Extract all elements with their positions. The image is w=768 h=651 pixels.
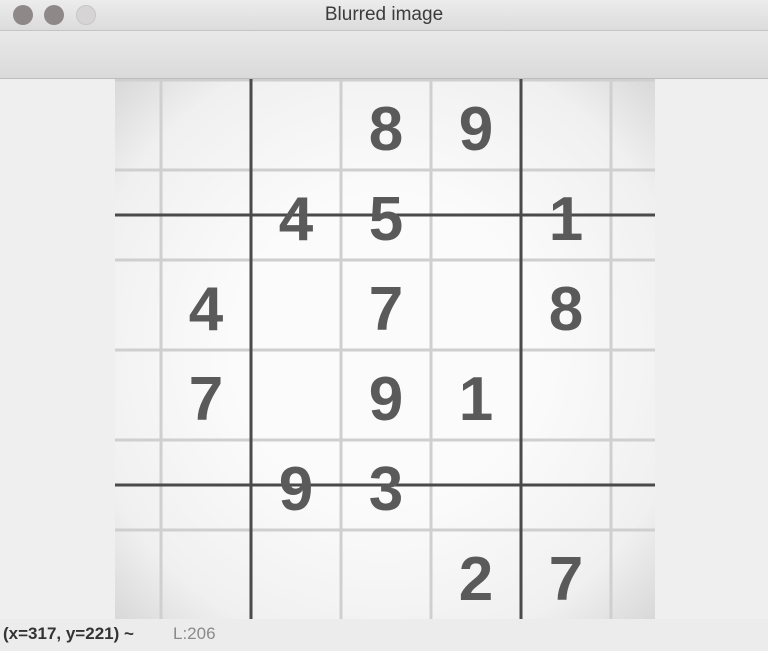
pixel-luminance: L:206 bbox=[173, 624, 216, 643]
sudoku-digit: 9 bbox=[459, 95, 493, 164]
sudoku-digit: 1 bbox=[549, 185, 583, 254]
sudoku-digit: 8 bbox=[369, 95, 403, 164]
sudoku-digit: 7 bbox=[189, 365, 223, 434]
sudoku-digit: 3 bbox=[369, 455, 403, 524]
sudoku-digit: 5 bbox=[369, 185, 403, 254]
sudoku-digit: 1 bbox=[459, 365, 493, 434]
sudoku-digit: 8 bbox=[549, 275, 583, 344]
sudoku-board: 81894514787919327 bbox=[115, 79, 655, 619]
sudoku-digit: 7 bbox=[369, 275, 403, 344]
blurred-image[interactable]: 81894514787919327 bbox=[115, 79, 655, 619]
status-bar: (x=317, y=221) ~ L:206 bbox=[0, 619, 768, 651]
sudoku-digit: 2 bbox=[459, 545, 493, 614]
toolbar bbox=[0, 31, 768, 79]
sudoku-digit: 9 bbox=[279, 455, 313, 524]
sudoku-digit: 7 bbox=[549, 545, 583, 614]
sudoku-digit: 4 bbox=[189, 275, 224, 344]
title-bar: Blurred image bbox=[0, 0, 768, 31]
image-viewport[interactable]: 81894514787919327 bbox=[0, 79, 768, 619]
window-title: Blurred image bbox=[324, 4, 444, 25]
cursor-coordinates: (x=317, y=221) ~ bbox=[3, 624, 134, 643]
sudoku-digit: 4 bbox=[279, 185, 314, 254]
sudoku-digit: 9 bbox=[369, 365, 403, 434]
